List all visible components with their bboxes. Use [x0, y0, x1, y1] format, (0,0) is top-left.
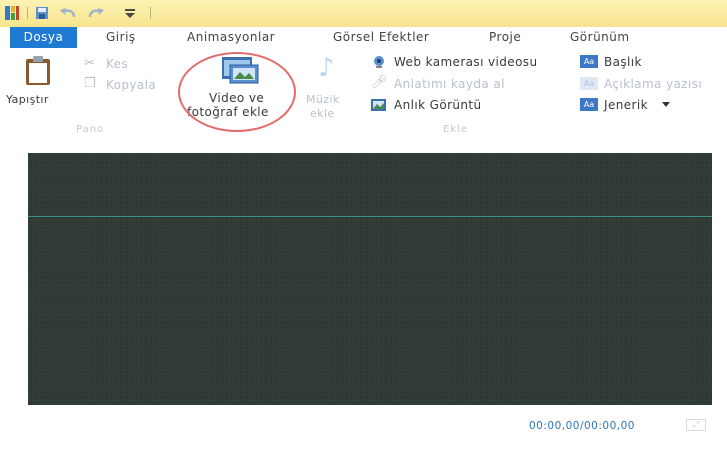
copy-label: Kopyala — [106, 78, 157, 92]
pano-group-label: Pano — [76, 124, 105, 135]
fullscreen-icon: ⤢ — [692, 420, 700, 429]
tab-giris[interactable]: Giriş — [106, 27, 136, 48]
narration-label: Anlatımı kayda al — [394, 77, 505, 91]
playback-time: 00:00,00/00:00,00 — [529, 420, 635, 432]
music-note-icon: ♪ — [318, 53, 335, 83]
snapshot-label: Anlık Görüntü — [394, 98, 482, 112]
highlight-circle — [178, 52, 296, 132]
app-icon[interactable] — [4, 4, 20, 22]
title-text-icon: Aa — [580, 55, 598, 68]
tab-dosya[interactable]: Dosya — [10, 27, 77, 48]
toolbar-separator — [150, 7, 151, 19]
title-button[interactable]: Aa Başlık — [580, 54, 660, 72]
paste-label: Yapıştır — [6, 93, 49, 106]
save-icon[interactable] — [35, 4, 49, 22]
record-narration-button[interactable]: 🎤︎ Anlatımı kayda al — [369, 75, 549, 94]
cut-label: Kes — [106, 57, 129, 71]
paste-button[interactable]: Yapıştır — [6, 53, 66, 109]
caption-label: Açıklama yazısı — [604, 77, 703, 91]
toolbar-separator — [27, 7, 28, 19]
webcam-label: Web kamerası videosu — [394, 55, 538, 69]
copy-icon: ❐ — [84, 76, 96, 91]
tab-proje[interactable]: Proje — [489, 27, 521, 48]
credits-text-icon: Aa — [580, 98, 598, 111]
tab-animasyonlar[interactable]: Animasyonlar — [187, 27, 275, 48]
scissors-icon: ✂ — [84, 56, 95, 71]
tab-gorsel-efektler[interactable]: Görsel Efektler — [333, 27, 429, 48]
snapshot-icon — [371, 99, 386, 111]
ribbon-tabs: Dosya Giriş Animasyonlar Görsel Efektler… — [0, 27, 727, 48]
caption-button[interactable]: Aa Açıklama yazısı — [580, 76, 725, 94]
caption-text-icon: Aa — [580, 77, 598, 90]
undo-icon[interactable] — [58, 4, 78, 22]
fullscreen-button[interactable]: ⤢ — [686, 419, 706, 431]
microphone-icon: 🎤︎ — [371, 75, 388, 90]
redo-icon[interactable] — [86, 4, 106, 22]
tab-gorunum[interactable]: Görünüm — [570, 27, 630, 48]
chevron-down-icon — [662, 102, 670, 107]
video-preview[interactable] — [28, 153, 712, 405]
customize-dropdown-icon[interactable] — [122, 4, 138, 22]
add-music-label-line1: Müzik — [306, 93, 340, 106]
webcam-video-button[interactable]: Web kamerası videosu — [369, 54, 569, 72]
quick-access-toolbar — [0, 0, 727, 27]
ribbon: Yapıştır ✂ Kes ❐ Kopyala Pano Video ve f… — [0, 48, 727, 140]
webcam-icon — [374, 56, 384, 68]
cut-button[interactable]: ✂ Kes — [84, 56, 144, 72]
preview-divider-line — [28, 216, 712, 217]
credits-button[interactable]: Aa Jenerik — [580, 97, 680, 115]
add-music-button[interactable]: ♪ Müzik ekle — [306, 53, 350, 120]
add-music-label-line2: ekle — [310, 107, 335, 120]
clipboard-icon — [26, 56, 50, 85]
title-label: Başlık — [604, 55, 642, 69]
copy-button[interactable]: ❐ Kopyala — [84, 76, 174, 93]
credits-label: Jenerik — [604, 98, 648, 112]
ekle-group-label: Ekle — [443, 124, 469, 135]
snapshot-button[interactable]: Anlık Görüntü — [369, 97, 519, 115]
